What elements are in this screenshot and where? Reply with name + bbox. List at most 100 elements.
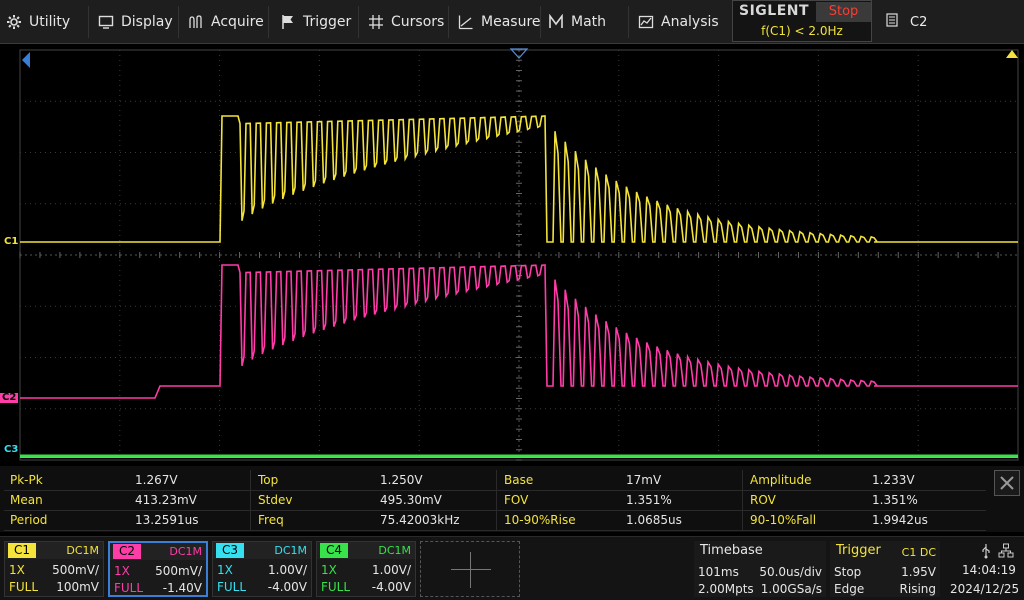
timebase-delay: 101ms [698,565,739,579]
menu-label: Trigger [303,14,352,30]
c2-ground-marker[interactable]: C2 [0,393,19,403]
close-icon [1000,476,1014,490]
network-icon [998,543,1014,562]
active-channel-indicator[interactable]: C2 [886,0,927,44]
measure-value: 1.9942us [872,513,928,527]
measure-label: Period [10,513,48,527]
offset: 100mV [56,580,99,594]
trigger-level-marker [1006,50,1018,58]
document-icon [886,13,898,31]
channel-c3-box[interactable]: C3 DC1M 1X 1.00V/ FULL -4.00V [212,541,312,597]
coupling: DC1M [66,544,99,557]
brand-status-panel: SIGLENT Stop f(C1) < 2.0Hz [732,0,872,42]
trigger-filter-text: f(C1) < 2.0Hz [761,24,843,38]
coupling: DC1M [378,544,411,557]
measure-value: 1.351% [872,493,918,507]
measure-label: ROV [750,493,776,507]
bandwidth: FULL [9,580,39,594]
menu-label: Cursors [391,14,445,30]
trigger-level: 1.95V [901,565,936,579]
measure-value: 1.250V [380,473,423,487]
measure-label: Stdev [258,493,293,507]
waveform-canvas [19,48,1019,461]
c1-ground-marker[interactable]: C1 [2,237,20,247]
channel-tag: C3 [216,543,244,558]
menu-divider [358,6,359,38]
memory-depth: 2.00Mpts [698,582,754,596]
menu-bar: Utility Display Acquire Trigger Cursors … [0,0,1024,44]
analysis-icon [638,14,654,30]
add-channel-slot[interactable] [420,541,520,597]
measure-label: Freq [258,513,284,527]
run-state-badge[interactable]: Stop [816,2,871,22]
timebase-scale: 50.0us/div [759,565,822,579]
menu-acquire[interactable]: Acquire [188,0,264,44]
trigger-source: C1 DC [901,546,936,559]
menu-measure[interactable]: Measure [458,0,541,44]
active-channel-label: C2 [910,14,928,30]
measure-value: 413.23mV [135,493,197,507]
channel-tag: C1 [8,543,36,558]
acquire-icon [188,14,204,30]
clock-time: 14:04:19 [962,563,1016,577]
menu-divider [448,6,449,38]
menu-label: Analysis [661,14,719,30]
clock-panel: 14:04:19 2024/12/25 [944,541,1024,597]
menu-label: Measure [481,14,541,30]
probe: 1X [114,564,130,578]
trigger-delay-arrow [22,52,30,68]
channel-c2-box[interactable]: C2 DC1M 1X 500mV/ FULL -1.40V [108,541,208,597]
measure-label: FOV [504,493,529,507]
timebase-panel[interactable]: Timebase 101ms 50.0us/div 2.00Mpts 1.00G… [694,541,826,597]
c1-waveform [20,115,1018,243]
menu-label: Math [571,14,607,30]
measure-label: Top [258,473,279,487]
measure-label: Pk-Pk [10,473,43,487]
menu-divider [628,6,629,38]
measure-value: 75.42003kHz [380,513,460,527]
menu-display[interactable]: Display [98,0,173,44]
measure-value: 495.30mV [380,493,442,507]
measure-icon [458,14,474,30]
clock-date: 2024/12/25 [950,582,1020,596]
channel-tag: C4 [320,543,348,558]
bandwidth: FULL [217,580,247,594]
trigger-slope: Rising [899,582,936,596]
measure-value: 13.2591us [135,513,199,527]
timebase-title: Timebase [700,543,763,558]
flag-icon [280,14,296,30]
math-icon [548,14,564,30]
bandwidth: FULL [114,581,144,595]
coupling: DC1M [169,545,202,558]
trigger-panel[interactable]: Trigger C1 DC Stop 1.95V Edge Rising [830,541,940,597]
channel-c4-box[interactable]: C4 DC1M 1X 1.00V/ FULL -4.00V [316,541,416,597]
menu-math[interactable]: Math [548,0,606,44]
bandwidth: FULL [321,580,351,594]
channel-c1-box[interactable]: C1 DC1M 1X 500mV/ FULL 100mV [4,541,104,597]
measure-value: 1.233V [872,473,915,487]
offset: -1.40V [162,581,202,595]
gear-icon [6,14,22,30]
cursors-icon [368,14,384,30]
probe: 1X [217,563,233,577]
vertical-scale: 500mV/ [52,563,99,577]
measurement-panel: Pk-Pk 1.267V Top 1.250V Base 17mV Amplitude 1.2… [0,466,1024,532]
measure-label: Amplitude [750,473,812,487]
vertical-scale: 1.00V/ [268,563,307,577]
menu-divider [178,6,179,38]
measure-label: Mean [10,493,43,507]
menu-label: Display [121,14,173,30]
measure-label: 90-10%Fall [750,513,817,527]
vertical-scale: 1.00V/ [372,563,411,577]
plus-icon [451,569,491,570]
close-measurements-button[interactable] [994,470,1020,496]
measure-value: 1.351% [626,493,672,507]
menu-trigger[interactable]: Trigger [280,0,351,44]
c3-ground-marker[interactable]: C3 [2,445,20,455]
brand-logo: SIGLENT [739,3,810,19]
menu-analysis[interactable]: Analysis [638,0,719,44]
waveform-display[interactable]: C1 C2 C3 [0,44,1024,464]
menu-utility[interactable]: Utility [6,0,70,44]
menu-divider [540,6,541,38]
menu-cursors[interactable]: Cursors [368,0,444,44]
